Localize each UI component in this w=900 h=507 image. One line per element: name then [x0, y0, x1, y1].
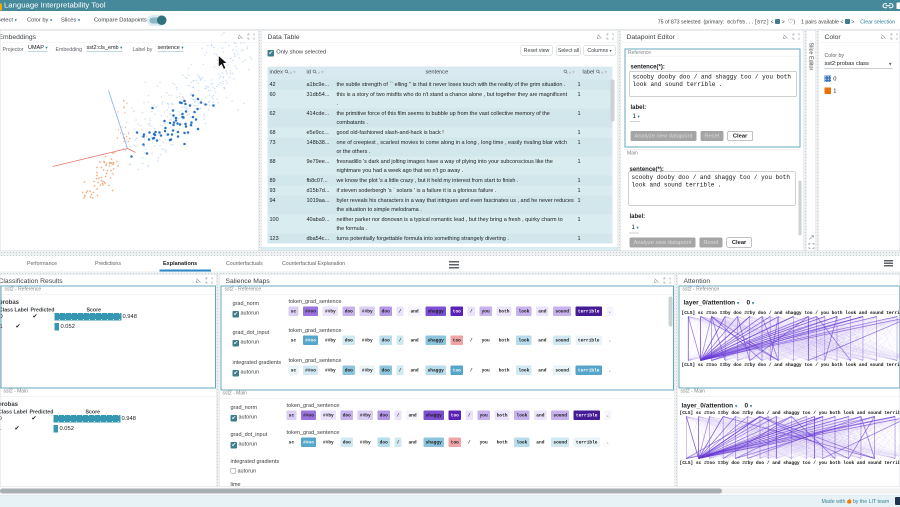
- svg-text:[CLS] sc ##oo ##by doo ##by do: [CLS] sc ##oo ##by doo ##by doo / and sh…: [682, 362, 900, 368]
- svg-text:[CLS] sc ##oo ##by doo ##by do: [CLS] sc ##oo ##by doo ##by doo / and sh…: [680, 410, 900, 416]
- svg-text:[CLS] sc ##oo ##by doo ##by do: [CLS] sc ##oo ##by doo ##by doo / and sh…: [682, 310, 900, 316]
- svg-text:[CLS] sc ##oo ##by doo ##by do: [CLS] sc ##oo ##by doo ##by doo / and sh…: [680, 460, 900, 466]
